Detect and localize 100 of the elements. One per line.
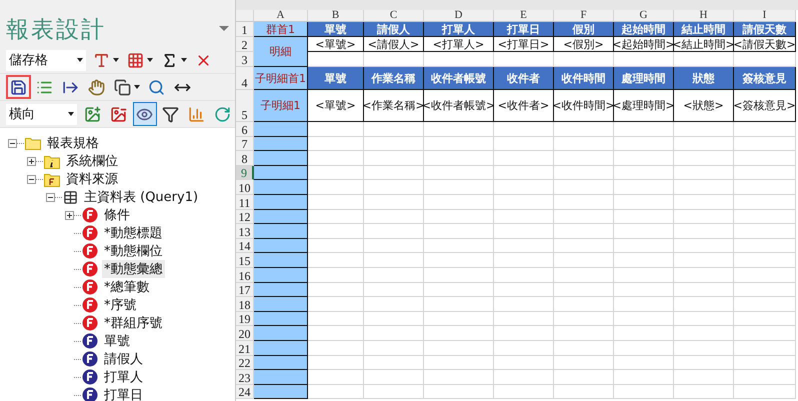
empty-cell [614,326,674,341]
header-cell: 請假人 [364,22,424,37]
column-header[interactable]: D [424,10,494,22]
row-number[interactable]: 20 [236,326,254,341]
tree-item[interactable]: 打單日 [102,386,145,401]
empty-cell [554,253,614,268]
row-number[interactable]: 1 [236,22,254,37]
row-number[interactable]: 6 [236,122,254,137]
tree-item[interactable]: *動態標題 [102,224,164,242]
row-number[interactable]: 5 [236,90,254,122]
tree-item[interactable]: 系統欄位 [64,152,120,170]
expander-icon[interactable] [27,156,36,166]
column-header[interactable]: G [614,10,674,22]
header-cell: 處理時間 [614,67,674,90]
column-header[interactable]: B [308,10,364,22]
expander-icon[interactable] [65,210,74,220]
row-number[interactable]: 18 [236,297,254,312]
row-number[interactable]: 17 [236,282,254,298]
header-cell: 請假天數 [734,22,796,37]
row-number[interactable]: 4 [236,67,254,90]
empty-cell [364,312,424,326]
tree-item[interactable]: 單號 [102,332,132,350]
row-number[interactable]: 12 [236,210,254,224]
empty-cell [494,370,554,385]
band-cell [254,210,308,224]
empty-cell [614,384,674,400]
empty-cell [364,122,424,137]
field-cell: <請假人> [364,37,424,52]
select-field[interactable]: 儲存格 [6,50,86,70]
empty-cell [734,166,796,180]
empty-cell [614,136,674,152]
column-header[interactable]: F [554,10,614,22]
row-number[interactable]: 3 [236,52,254,67]
row-number[interactable]: 24 [236,384,254,400]
tree-item[interactable]: 資料來源 [64,170,120,188]
caret-icon [147,58,153,62]
tree-item[interactable]: *序號 [102,296,138,314]
empty-cell [494,166,554,180]
row-number[interactable]: 13 [236,224,254,239]
empty-cell [674,122,734,137]
row-number[interactable]: 11 [236,194,254,210]
row-number[interactable]: 9 [236,166,254,180]
select-field[interactable]: 橫向 [6,104,77,124]
tree-item[interactable]: 條件 [102,206,132,224]
empty-cell [554,166,614,180]
tree-item[interactable]: 請假人 [102,350,145,368]
field-cell: <處理時間> [614,90,674,122]
toolbar-button[interactable] [6,75,31,99]
empty-cell [364,180,424,195]
tree-item[interactable]: *群組序號 [102,314,164,332]
row-number[interactable]: 21 [236,340,254,356]
row-number[interactable]: 15 [236,253,254,268]
panel-title: 報表設計 [6,16,106,45]
empty-cell [554,122,614,137]
empty-cell [734,253,796,268]
tree-item[interactable]: *總筆數 [102,278,152,296]
row-number[interactable]: 10 [236,180,254,195]
empty-cell [674,297,734,312]
empty-cell [494,180,554,195]
row-number[interactable]: 2 [236,37,254,52]
tree-item[interactable]: 打單人 [102,368,145,386]
empty-cell [424,297,494,312]
expander-icon[interactable] [27,174,36,184]
header-cell: 作業名稱 [364,67,424,90]
row-number[interactable]: 7 [236,136,254,152]
column-header[interactable]: E [494,10,554,22]
expander-icon[interactable] [46,192,55,202]
tree-item[interactable]: 報表規格 [45,134,101,152]
field-icon [82,333,98,349]
dropdown-caret-icon[interactable] [219,26,229,31]
row-number[interactable]: 14 [236,238,254,254]
column-header[interactable]: H [674,10,734,22]
header-cell: 起始時間 [614,22,674,37]
row-number[interactable]: 23 [236,370,254,385]
column-header[interactable]: C [364,10,424,22]
row-number[interactable]: 16 [236,268,254,283]
empty-cell [494,224,554,239]
empty-cell [364,194,424,210]
empty-cell [364,370,424,385]
band-cell [254,224,308,239]
band-cell [254,238,308,254]
tree-item[interactable]: 主資料表 (Query1) [82,188,200,206]
row-number[interactable]: 19 [236,312,254,326]
empty-cell [614,340,674,356]
field-icon [82,369,98,385]
empty-cell [554,326,614,341]
expander-icon[interactable] [8,138,17,148]
empty-cell [614,297,674,312]
row-number[interactable]: 22 [236,356,254,370]
tree-item[interactable]: *動態彙總 [102,260,164,278]
empty-cell [494,384,554,400]
empty-cell [554,356,614,370]
row-number[interactable]: 8 [236,151,254,166]
tree-item[interactable]: *動態欄位 [102,242,164,260]
column-header[interactable]: I [734,10,796,22]
column-header[interactable]: A [254,10,308,22]
band-cell [254,312,308,326]
empty-cell [424,384,494,400]
empty-cell [494,122,554,137]
band-label: 群首1 [254,22,308,37]
